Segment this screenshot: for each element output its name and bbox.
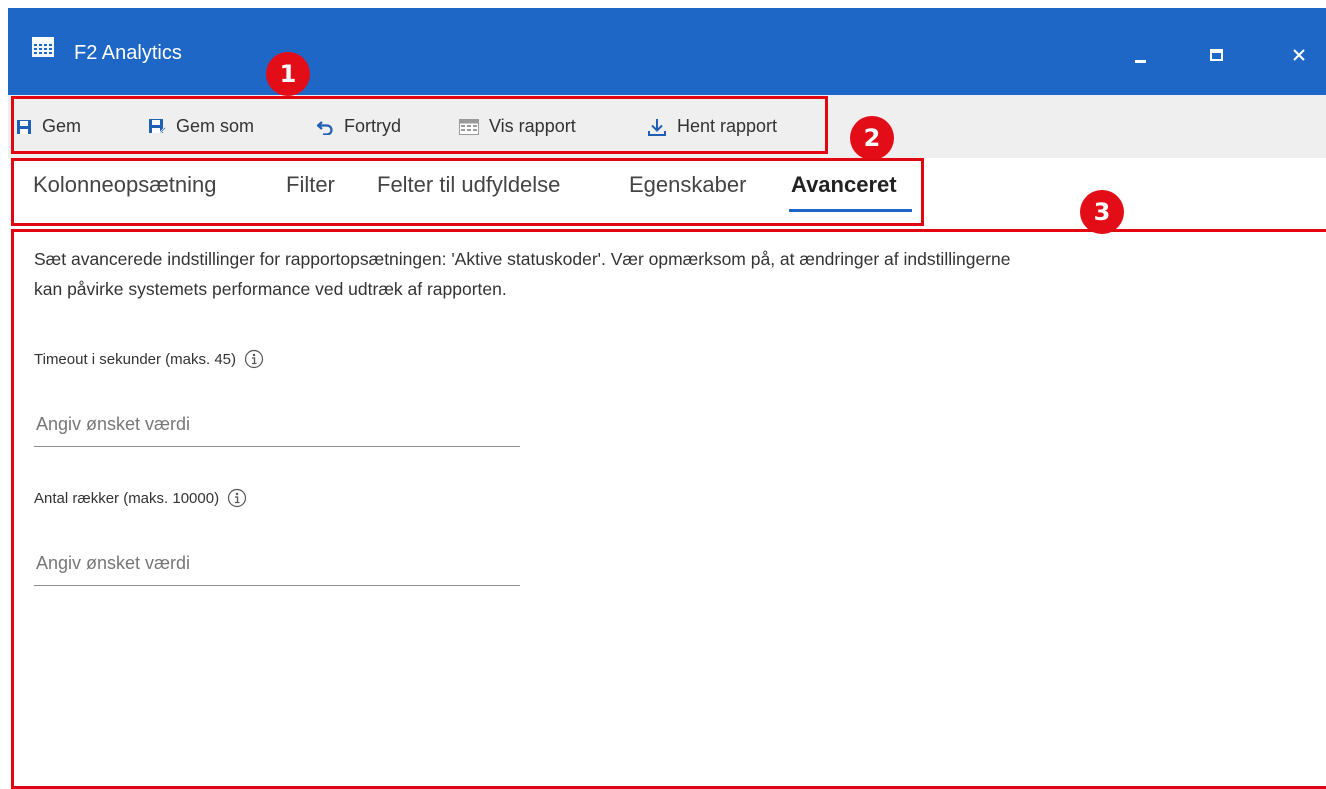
show-report-label: Vis rapport (489, 116, 576, 136)
row-count-input[interactable] (34, 542, 520, 586)
undo-button[interactable]: Fortryd (316, 95, 401, 158)
save-as-label: Gem som (176, 116, 255, 136)
timeout-field-label: Timeout i sekunder (maks. 45) (34, 349, 264, 369)
annotation-badge-3: 3 (1080, 190, 1124, 234)
window-title: F2 Analytics (74, 42, 182, 64)
timeout-input[interactable] (34, 403, 520, 447)
description-line-2: kan påvirke systemets performance ved ud… (34, 279, 507, 299)
app-logo-icon (32, 37, 54, 57)
description-line-1: Sæt avancerede indstillinger for rapport… (34, 249, 1011, 269)
active-tab-indicator (789, 209, 912, 212)
tab-bar: Kolonneopsætning Filter Felter til udfyl… (8, 158, 1326, 228)
info-icon[interactable] (227, 488, 247, 508)
tab-advanced[interactable]: Avanceret (791, 172, 897, 198)
save-as-button[interactable]: Gem som (148, 95, 254, 158)
row-count-label-text: Antal rækker (maks. 10000) (34, 489, 220, 507)
annotation-box-content (11, 229, 1326, 789)
download-report-button[interactable]: Hent rapport (647, 95, 777, 158)
download-icon (648, 118, 666, 136)
row-count-field-label: Antal rækker (maks. 10000) (34, 488, 247, 508)
tab-column-setup[interactable]: Kolonneopsætning (33, 172, 216, 198)
tab-properties[interactable]: Egenskaber (629, 172, 746, 198)
title-bar: F2 Analytics (8, 8, 1326, 95)
toolbar: Gem Gem som Fortryd Vis rapport Hent rap… (8, 95, 1326, 158)
save-as-icon (149, 118, 166, 134)
tab-fields-to-fill[interactable]: Felter til udfyldelse (377, 172, 560, 198)
annotation-badge-2: 2 (850, 116, 894, 160)
tab-filter[interactable]: Filter (286, 172, 335, 198)
undo-icon (316, 120, 333, 135)
annotation-badge-1: 1 (266, 52, 310, 96)
advanced-settings-panel: Sæt avancerede indstillinger for rapport… (34, 244, 1324, 304)
minimize-icon[interactable] (1126, 40, 1156, 70)
info-icon[interactable] (244, 349, 264, 369)
table-icon (459, 118, 479, 135)
save-button[interactable]: Gem (16, 95, 81, 158)
timeout-label-text: Timeout i sekunder (maks. 45) (34, 350, 237, 368)
save-label: Gem (42, 116, 82, 136)
download-report-label: Hent rapport (677, 116, 778, 136)
undo-label: Fortryd (344, 116, 402, 136)
floppy-disk-icon (17, 119, 31, 134)
show-report-button[interactable]: Vis rapport (459, 95, 576, 158)
maximize-icon[interactable] (1202, 40, 1232, 70)
close-icon[interactable] (1284, 40, 1314, 70)
